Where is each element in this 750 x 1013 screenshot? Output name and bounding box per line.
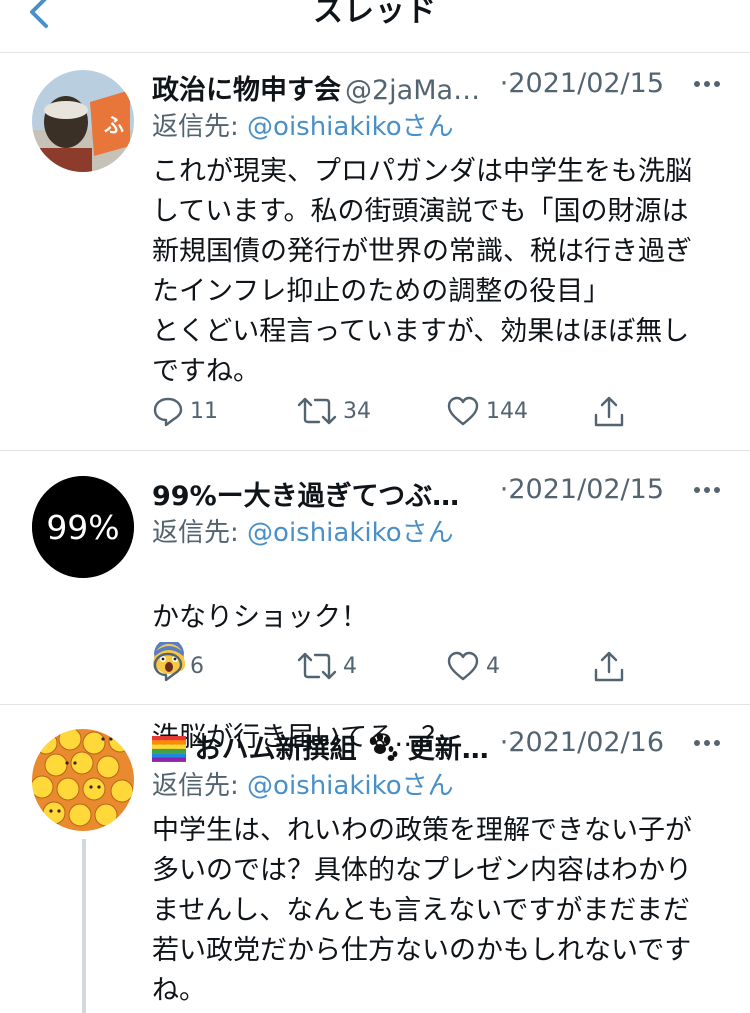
tweet-text: 中学生は、れいわの政策を理解できない子が 多いのでは？具体的なプレゼン内容はわか…	[152, 815, 692, 1006]
reply-icon	[153, 652, 183, 682]
reply-suffix: さん	[401, 771, 454, 801]
avatar[interactable]: ふ	[32, 70, 134, 172]
reply-count: 6	[190, 653, 204, 679]
retweet-count: 4	[343, 653, 357, 679]
reply-to: 返信先: @oishiakikoさん	[152, 765, 454, 802]
display-name[interactable]: おハム新撰組	[195, 734, 357, 765]
reply-mention[interactable]: @oishiakiko	[247, 771, 402, 801]
page-title: スレッド	[313, 0, 437, 29]
retweet-button[interactable]: 4	[297, 650, 357, 682]
tweet-3[interactable]: おハム新撰組 更新… ·2021/02/16 返信先: @oishiakikoさ…	[0, 727, 750, 1013]
display-name[interactable]: 99%ー大き過ぎてつぶ…	[152, 481, 459, 512]
share-button[interactable]	[592, 650, 632, 684]
share-icon	[594, 396, 624, 427]
like-button[interactable]: 144	[446, 395, 528, 427]
reply-suffix: さん	[401, 112, 454, 142]
reply-to: 返信先: @oishiakikoさん	[152, 512, 454, 549]
reply-mention[interactable]: @oishiakiko	[247, 112, 402, 142]
paw-icon	[369, 733, 398, 761]
like-icon	[447, 396, 479, 426]
retweet-count: 34	[343, 398, 371, 424]
tweet-date[interactable]: ·2021/02/15	[500, 474, 664, 505]
reply-button[interactable]: 11	[152, 395, 218, 427]
user-handle[interactable]: @2jaMa…	[345, 75, 480, 106]
tweet-divider	[0, 450, 750, 451]
svg-text:ふ: ふ	[104, 113, 124, 137]
avatar-label: 99%	[46, 508, 119, 547]
tweet-1[interactable]: ふ 政治に物申す会 @2jaMa… ·2021/02/15 返信先: @oishi…	[0, 68, 750, 450]
like-count: 4	[486, 653, 500, 679]
display-name[interactable]: 政治に物申す会	[152, 75, 341, 106]
like-count: 144	[486, 398, 528, 424]
reply-prefix: 返信先:	[152, 771, 248, 801]
top-bar: スレッド	[0, 0, 750, 53]
tweet-text: これが現実、プロパガンダは中学生をも洗脳 しています。私の街頭演説でも「国の財源…	[152, 156, 692, 387]
more-icon[interactable]	[692, 733, 722, 753]
display-name-suffix[interactable]: 更新…	[408, 734, 489, 765]
tweet-date[interactable]: ·2021/02/15	[500, 68, 664, 99]
retweet-icon	[297, 397, 337, 425]
retweet-button[interactable]: 34	[297, 395, 371, 427]
thread-connector-line	[82, 839, 86, 1013]
avatar[interactable]	[32, 729, 134, 831]
avatar[interactable]: 99%	[32, 476, 134, 578]
like-button[interactable]: 4	[446, 650, 500, 682]
reply-prefix: 返信先:	[152, 112, 248, 142]
share-icon	[594, 651, 624, 682]
like-icon	[447, 651, 479, 681]
reply-mention[interactable]: @oishiakiko	[247, 518, 402, 548]
share-button[interactable]	[592, 395, 632, 429]
more-icon[interactable]	[692, 480, 722, 500]
reply-to: 返信先: @oishiakikoさん	[152, 106, 454, 143]
tweet-divider	[0, 704, 750, 705]
more-icon[interactable]	[692, 74, 722, 94]
retweet-icon	[297, 652, 337, 680]
reply-button[interactable]: 6	[152, 650, 204, 682]
rainbow-flag-icon	[152, 736, 186, 762]
reply-prefix: 返信先:	[152, 518, 248, 548]
reply-suffix: さん	[401, 518, 454, 548]
tweet-text-line-1: かなりショック！	[152, 602, 368, 633]
tweet-date[interactable]: ·2021/02/16	[500, 727, 664, 758]
reply-icon	[153, 397, 183, 427]
tweet-2[interactable]: 99% 99%ー大き過ぎてつぶ… ·2021/02/15 返信先: @oishi…	[0, 474, 750, 753]
action-bar: 6 4 4	[152, 650, 632, 686]
action-bar: 11 34 144	[152, 395, 632, 431]
reply-count: 11	[190, 398, 218, 424]
